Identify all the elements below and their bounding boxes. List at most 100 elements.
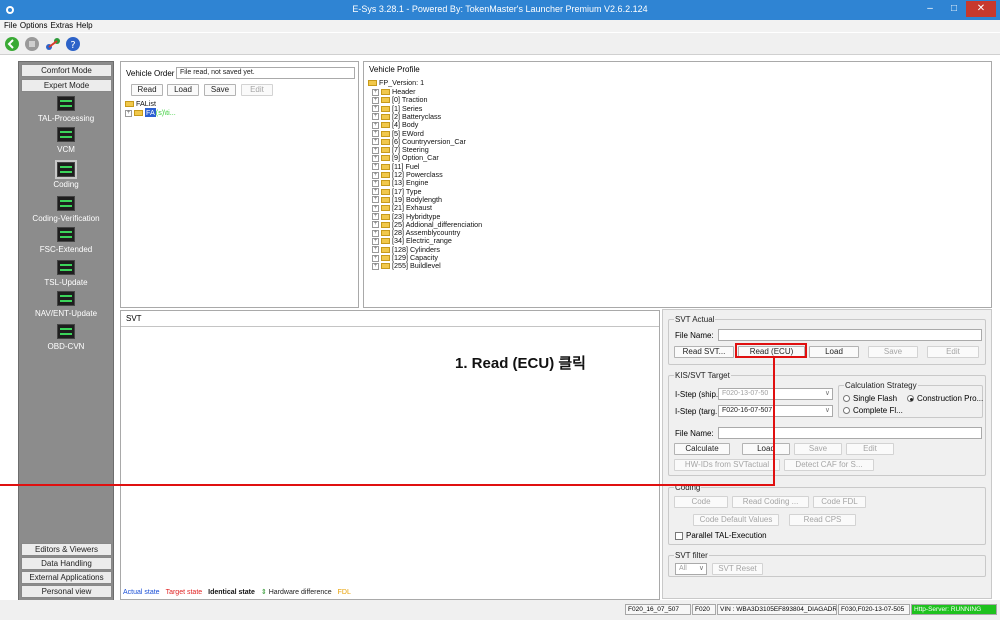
single-flash-radio[interactable]: Single Flash — [843, 394, 897, 403]
folder-icon — [381, 263, 390, 270]
folder-icon — [368, 80, 377, 87]
calculate-button[interactable]: Calculate — [674, 443, 730, 455]
folder-icon — [381, 163, 390, 170]
folder-icon — [381, 122, 390, 129]
sidebar-item-vcm[interactable]: VCM — [19, 127, 113, 154]
vo-load-button[interactable]: Load — [167, 84, 199, 96]
sidebar-item-tal-processing[interactable]: TAL-Processing — [19, 96, 113, 123]
kis-edit-button[interactable]: Edit — [846, 443, 894, 455]
legend-target-state: Target state — [165, 589, 203, 596]
hw-ids-button[interactable]: HW-IDs from SVTactual — [674, 459, 780, 471]
folder-icon — [381, 205, 390, 212]
folder-icon — [381, 155, 390, 162]
comfort-mode-button[interactable]: Comfort Mode — [21, 64, 112, 77]
sidebar: Comfort Mode Expert Mode TAL-Processing … — [18, 61, 114, 602]
folder-icon — [381, 188, 390, 195]
vehicle-order-status-field: File read, not saved yet. — [176, 67, 355, 79]
vehicle-order-panel: Vehicle Order File read, not saved yet. … — [120, 61, 359, 308]
code-button[interactable]: Code — [674, 496, 728, 508]
fp-version-node[interactable]: FP_Version: 1 — [368, 78, 424, 87]
expand-icon[interactable]: + — [125, 109, 132, 117]
network-icon[interactable] — [45, 36, 61, 52]
data-handling-button[interactable]: Data Handling — [21, 557, 112, 570]
kis-save-button[interactable]: Save — [794, 443, 842, 455]
sidebar-item-obd-cvn[interactable]: OBD-CVN — [19, 324, 113, 351]
menu-help[interactable]: Help — [76, 20, 92, 32]
istep-ship-select[interactable]: F020-13-07-50 ∨ — [718, 388, 833, 400]
ecu-icon — [57, 324, 75, 339]
legend-identical-state: Identical state — [208, 589, 255, 596]
svt-actual-file-name-field[interactable] — [718, 329, 982, 341]
connect-icon[interactable] — [4, 36, 20, 52]
svt-filter-select[interactable]: All ∨ — [675, 563, 707, 575]
folder-icon — [381, 147, 390, 154]
expert-mode-button[interactable]: Expert Mode — [21, 79, 112, 92]
external-applications-button[interactable]: External Applications — [21, 571, 112, 584]
code-fdl-button[interactable]: Code FDL — [813, 496, 866, 508]
ecu-icon — [57, 127, 75, 142]
svt-actual-load-button[interactable]: Load — [809, 346, 859, 358]
minimize-button[interactable]: – — [918, 1, 942, 17]
close-button[interactable]: ✕ — [966, 1, 996, 17]
parallel-tal-checkbox[interactable]: Parallel TAL-Execution — [675, 531, 767, 540]
svt-actual-edit-button[interactable]: Edit — [927, 346, 979, 358]
fa-node[interactable]: + FA(s)\ti... — [125, 108, 176, 117]
sidebar-item-label: Coding — [53, 180, 79, 189]
status-series: F020 — [692, 604, 716, 615]
svt-actual-save-button[interactable]: Save — [868, 346, 918, 358]
disconnect-icon[interactable] — [24, 36, 40, 52]
vehicle-profile-item[interactable]: + [255] Buildlevel — [372, 261, 441, 270]
folder-icon — [381, 196, 390, 203]
sidebar-item-label: VCM — [57, 145, 75, 154]
menu-file[interactable]: File — [4, 20, 17, 32]
construction-radio[interactable]: Construction Pro... — [907, 394, 983, 403]
kis-file-name-field[interactable] — [718, 427, 982, 439]
legend-fdl: FDL — [337, 589, 351, 596]
coding-group: Coding Code Read Coding ... Code FDL Cod… — [668, 483, 986, 545]
menu-bar: File Options Extras Help — [0, 20, 1000, 32]
maximize-button[interactable]: □ — [942, 1, 966, 17]
code-default-values-button[interactable]: Code Default Values — [693, 514, 779, 526]
sidebar-item-coding[interactable]: Coding — [19, 160, 113, 189]
expand-icon[interactable]: + — [372, 262, 379, 270]
folder-icon — [125, 101, 134, 108]
vo-read-button[interactable]: Read — [131, 84, 163, 96]
title-bar: E-Sys 3.28.1 - Powered By: TokenMaster's… — [0, 0, 1000, 20]
personal-view-button[interactable]: Personal view — [21, 585, 112, 598]
sidebar-item-fsc-extended[interactable]: FSC-Extended — [19, 227, 113, 254]
read-coding-button[interactable]: Read Coding ... — [732, 496, 809, 508]
legend-actual-state: Actual state — [123, 589, 160, 596]
folder-icon — [381, 105, 390, 112]
svt-reset-button[interactable]: SVT Reset — [712, 563, 763, 575]
menu-options[interactable]: Options — [20, 20, 48, 32]
vehicle-profile-title: Vehicle Profile — [369, 65, 420, 74]
sidebar-item-coding-verification[interactable]: Coding-Verification — [19, 196, 113, 223]
sidebar-item-nav-ent-update[interactable]: NAV/ENT-Update — [19, 291, 113, 318]
ecu-icon — [57, 227, 75, 242]
kis-file-name-label: File Name: — [675, 429, 714, 438]
falist-node[interactable]: FAList — [125, 99, 156, 108]
kis-load-button[interactable]: Load — [742, 443, 790, 455]
svt-filter-title: SVT filter — [674, 551, 709, 560]
complete-flash-radio[interactable]: Complete Fl... — [843, 406, 903, 415]
detect-caf-button[interactable]: Detect CAF for S... — [784, 459, 874, 471]
read-svt-button[interactable]: Read SVT... — [674, 346, 734, 358]
vo-save-button[interactable]: Save — [204, 84, 236, 96]
svg-text:?: ? — [70, 40, 75, 51]
sidebar-item-tsl-update[interactable]: TSL-Update — [19, 260, 113, 287]
radio-icon — [907, 395, 914, 403]
hardware-difference-icon: ⇕ — [260, 589, 267, 596]
read-cps-button[interactable]: Read CPS — [789, 514, 856, 526]
ecu-icon — [57, 260, 75, 275]
vo-edit-button[interactable]: Edit — [241, 84, 273, 96]
menu-extras[interactable]: Extras — [50, 20, 73, 32]
svt-control-area: SVT Actual File Name: Read SVT... Read (… — [662, 309, 992, 599]
editors-viewers-button[interactable]: Editors & Viewers — [21, 543, 112, 556]
sidebar-item-label: Coding-Verification — [32, 214, 100, 223]
svt-filter-group: SVT filter All ∨ SVT Reset — [668, 551, 986, 577]
status-http-server: Http-Server: RUNNING — [911, 604, 997, 615]
sidebar-item-label: TSL-Update — [44, 278, 88, 287]
folder-icon — [381, 221, 390, 228]
help-icon[interactable]: ? — [65, 36, 81, 52]
istep-target-select[interactable]: F020-16-07-507 ∨ — [718, 405, 833, 417]
